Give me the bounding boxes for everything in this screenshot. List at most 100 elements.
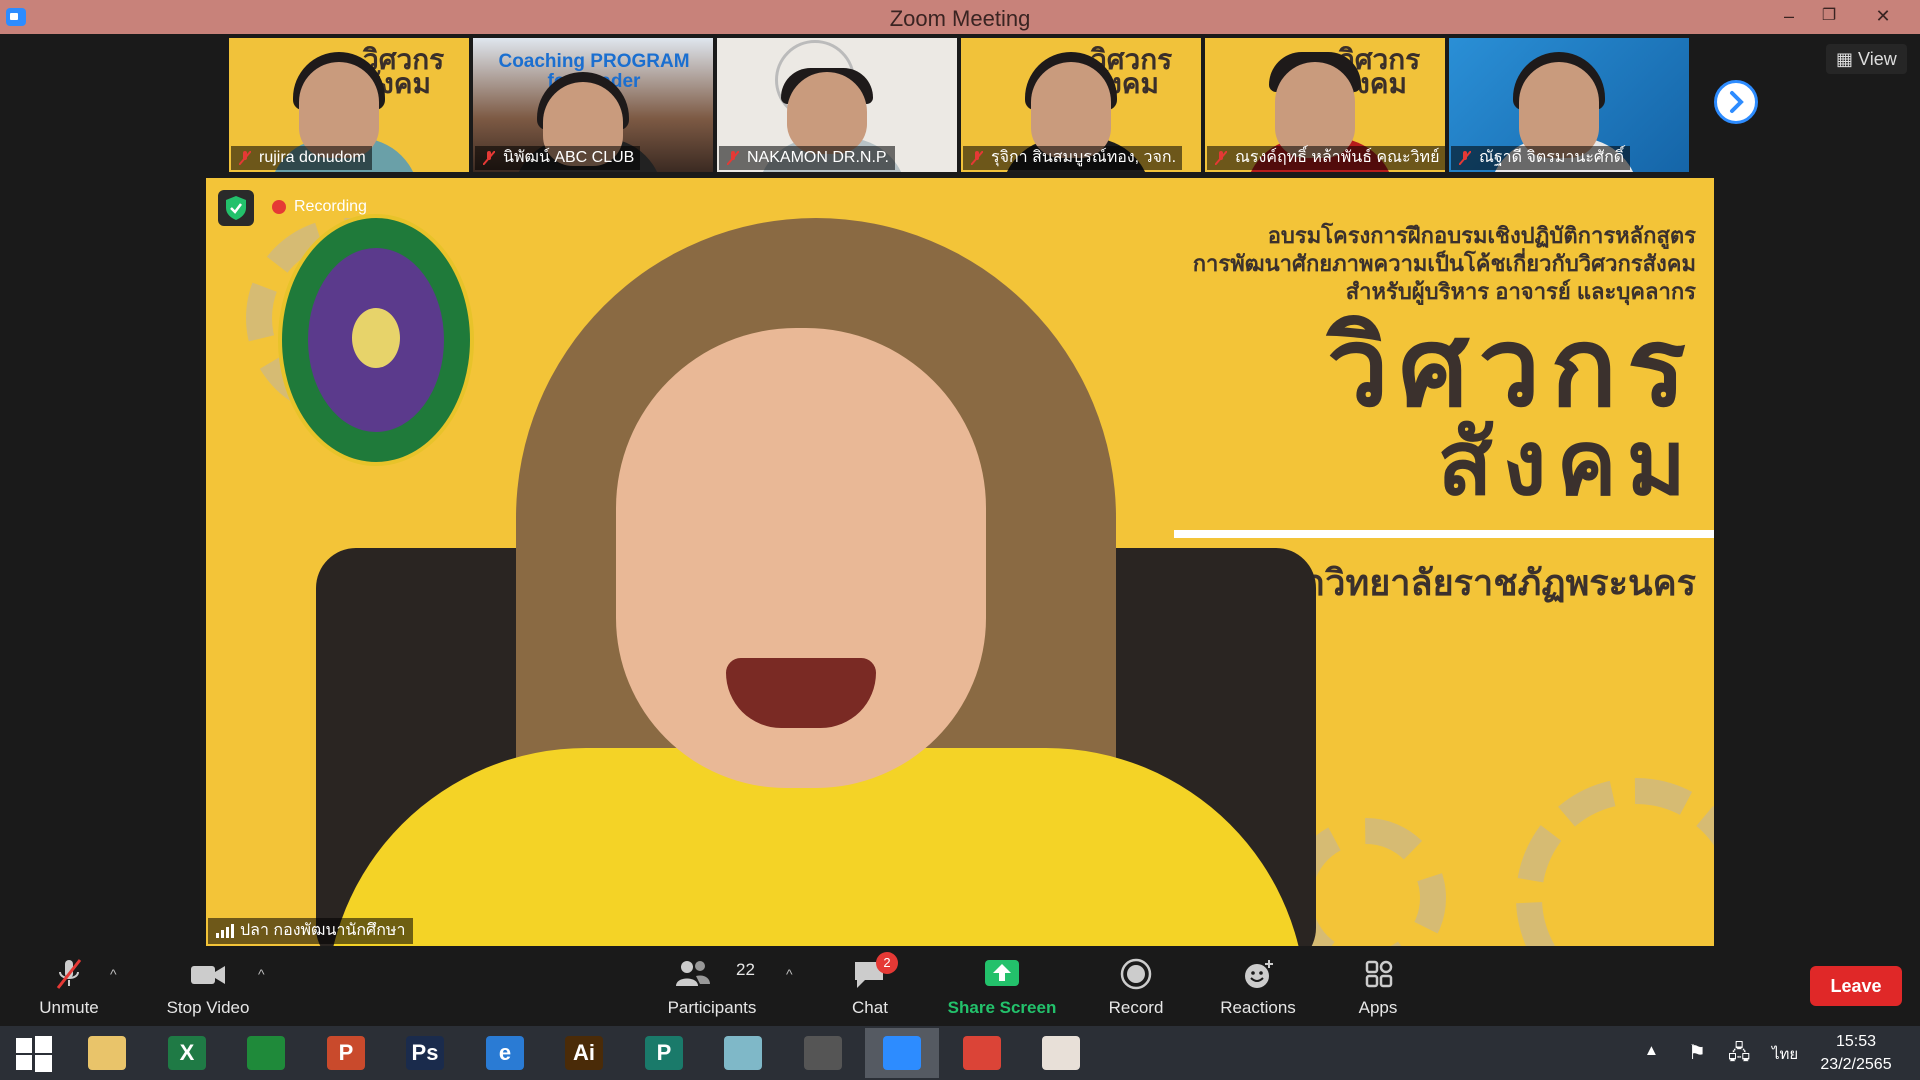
internet-explorer-icon: e [486,1036,524,1070]
speaker-name-tag: ปลา กองพัฒนานักศึกษา [208,918,414,944]
window-title: Zoom Meeting [889,6,1031,31]
shield-check-icon [226,196,246,220]
muted-mic-icon [727,151,739,165]
action-center-flag-icon[interactable]: ⚑ [1688,1040,1706,1065]
taskbar-app-publisher-green[interactable] [229,1028,303,1078]
close-button[interactable]: ✕ [1860,0,1906,34]
video-options-caret[interactable]: ^ [258,966,265,982]
participants-icon [676,961,710,986]
camera-icon [191,966,225,984]
gear-decoration [1516,778,1714,946]
security-badge[interactable] [218,190,254,226]
windows-taskbar: X P Ps e Ai P ▲ ⚑ 🖧 ไทย 15:53 23/2/2565 [0,1026,1920,1080]
taskbar-app-photoscape[interactable] [786,1028,860,1078]
participant-tile[interactable]: วิศวกร สังคม rujira donudom [229,38,469,172]
taskbar-app-chrome[interactable] [945,1028,1019,1078]
muted-mic-icon [239,151,251,165]
network-icon[interactable]: 🖧 [1728,1038,1750,1072]
title-bar: Zoom Meeting – ❐ ✕ [0,0,1920,34]
participant-tile[interactable]: ณัฐาดี จิตรมานะศักดิ์ [1449,38,1689,172]
participant-name: ณรงค์ฤทธิ์ หล้าพันธ์ คณะวิทย์ [1207,146,1445,170]
participant-tile[interactable]: วิศวกร สังคม รุจิกา สินสมบูรณ์ทอง, วจก. [961,38,1201,172]
participant-name: รุจิกา สินสมบูรณ์ทอง, วจก. [963,146,1183,170]
record-button[interactable]: Record [1096,946,1176,1026]
leave-button[interactable]: Leave [1810,966,1902,1006]
windows-logo-icon [16,1036,52,1072]
excel-icon: X [168,1036,206,1070]
record-icon [1120,958,1152,990]
photoscape-icon [804,1036,842,1070]
share-screen-icon [985,960,1019,986]
system-clock[interactable]: 15:53 23/2/2565 [1798,1030,1914,1076]
taskbar-app-notes[interactable] [706,1028,780,1078]
taskbar-app-illustrator[interactable]: Ai [547,1028,621,1078]
restore-button[interactable]: ❐ [1806,0,1852,34]
clock-date: 23/2/2565 [1820,1056,1892,1073]
recording-indicator: Recording [270,196,367,218]
apps-button[interactable]: Apps [1340,946,1416,1026]
participants-options-caret[interactable]: ^ [786,966,793,982]
banner-university: มหาวิทยาลัยราชภัฏพระนคร [1257,562,1696,603]
file-explorer-icon [88,1036,126,1070]
notes-icon [724,1036,762,1070]
taskbar-app-internet-explorer[interactable]: e [468,1028,542,1078]
chat-unread-badge: 2 [876,952,898,974]
start-button[interactable] [0,1028,68,1078]
audio-options-caret[interactable]: ^ [110,966,117,982]
next-page-button[interactable] [1714,80,1758,124]
muted-mic-icon [971,151,983,165]
taskbar-app-publisher[interactable]: P [627,1028,701,1078]
unmute-button[interactable]: Unmute [22,946,116,1026]
share-screen-button[interactable]: Share Screen [944,946,1060,1026]
apps-icon [1365,960,1393,988]
taskbar-app-zoom[interactable] [865,1028,939,1078]
participant-tile[interactable]: NAKAMON DR.N.P. [717,38,957,172]
publisher-green-icon [247,1036,285,1070]
taskbar-app-powerpoint[interactable]: P [309,1028,383,1078]
language-indicator[interactable]: ไทย [1772,1042,1798,1066]
taskbar-app-photos[interactable] [1024,1028,1098,1078]
muted-mic-icon [1459,151,1471,165]
participant-count: 22 [736,960,755,979]
active-speaker-video[interactable]: อบรมโครงการฝึกอบรมเชิงปฏิบัติการหลักสูตร… [206,178,1714,946]
chat-button[interactable]: 2 Chat [830,946,910,1026]
participant-face [1031,62,1111,158]
photoshop-icon: Ps [406,1036,444,1070]
muted-mic-icon [56,959,82,989]
participant-tile[interactable]: วิศวกร สังคม ณรงค์ฤทธิ์ หล้าพันธ์ คณะวิท… [1205,38,1445,172]
gallery-strip: วิศวกร สังคม rujira donudom Coaching PRO… [0,34,1920,176]
banner-title-2: สังคม [1437,414,1696,514]
publisher-icon: P [645,1036,683,1070]
view-button[interactable]: ▦ View [1826,44,1907,74]
zoom-icon [883,1036,921,1070]
smiley-plus-icon [1245,960,1273,988]
participant-name: ณัฐาดี จิตรมานะศักดิ์ [1451,146,1631,170]
chrome-icon [963,1036,1001,1070]
chevron-right-icon [1730,91,1744,113]
signal-bars-icon [216,924,234,938]
participant-face [299,62,379,158]
participant-tile[interactable]: Coaching PROGRAM for Leader นิพัฒน์ ABC … [473,38,713,172]
reactions-button[interactable]: Reactions [1210,946,1306,1026]
participant-face [1519,62,1599,158]
participant-name: NAKAMON DR.N.P. [719,146,895,170]
powerpoint-icon: P [327,1036,365,1070]
participants-button[interactable]: 22 Participants [648,946,776,1026]
participant-name: นิพัฒน์ ABC CLUB [475,146,641,170]
tray-expand-icon[interactable]: ▲ [1644,1042,1659,1059]
stop-video-button[interactable]: Stop Video [150,946,266,1026]
taskbar-app-photoshop[interactable]: Ps [388,1028,462,1078]
muted-mic-icon [1215,151,1227,165]
photos-icon [1042,1036,1080,1070]
muted-mic-icon [483,151,495,165]
participant-name: rujira donudom [231,146,372,170]
participant-face [787,72,867,154]
university-seal [278,214,474,466]
illustrator-icon: Ai [565,1036,603,1070]
clock-time: 15:53 [1835,1033,1877,1050]
taskbar-app-file-explorer[interactable] [70,1028,144,1078]
grid-icon: ▦ [1836,49,1859,69]
taskbar-app-excel[interactable]: X [150,1028,224,1078]
banner-title-1: วิศวกร [1326,306,1696,429]
meeting-toolbar: Unmute ^ Stop Video ^ 22 Participants ^ … [0,946,1920,1026]
